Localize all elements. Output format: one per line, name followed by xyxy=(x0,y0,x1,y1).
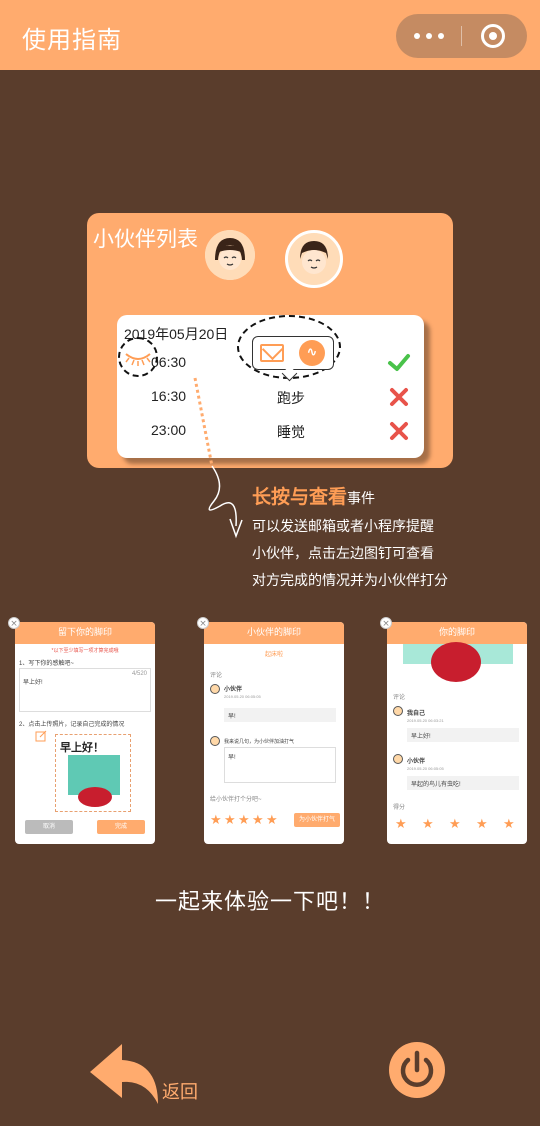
score-label: 得分 xyxy=(393,805,406,811)
star-icon: ★ xyxy=(449,817,461,832)
avatar xyxy=(210,736,220,746)
reply-value: 早! xyxy=(228,755,236,761)
reply-textarea[interactable]: 早! xyxy=(224,747,336,783)
screenshot-leave-footprint: 留下你的脚印 *以下至少填写一项才算完成哦 1、写下你的感触吧~ 早上好! 4/… xyxy=(15,622,155,844)
reminder-popup: ∿ xyxy=(252,336,334,370)
close-icon[interactable]: × xyxy=(8,617,20,629)
cross-icon xyxy=(390,388,408,406)
target-close-icon[interactable] xyxy=(481,24,505,48)
comment-bubble: 早! xyxy=(224,708,336,722)
avatar-girl xyxy=(205,230,255,280)
cheer-button[interactable]: 为小伙伴打气 xyxy=(294,813,340,827)
comment-time: 2019.05.20 06:05:05 xyxy=(224,694,261,699)
power-button[interactable] xyxy=(389,1042,445,1098)
section-label: 评论 xyxy=(210,673,223,679)
note-highlight: 长按与查看 xyxy=(252,486,348,508)
feature-note: 长按与查看事件 可以发送邮箱或者小程序提醒 小伙伴，点击左边图钉可查看 对方完成… xyxy=(252,482,448,590)
avatar xyxy=(393,706,403,716)
bean-image xyxy=(431,642,481,682)
avatar xyxy=(393,754,403,764)
screenshot-your-footprint: 你的脚印 评论 我自己 2019.05.20 06:03:21 早上好! 小伙伴… xyxy=(387,622,527,844)
more-dots-icon[interactable] xyxy=(396,14,461,58)
comment-text: 早! xyxy=(228,714,236,720)
back-label: 返回 xyxy=(162,1082,198,1103)
done-button[interactable]: 完成 xyxy=(97,820,145,834)
bean-image xyxy=(78,787,112,807)
row-task: 跑步 xyxy=(277,390,305,406)
note-line: 对方完成的情况并为小伙伴打分 xyxy=(252,573,448,589)
star-icon: ★ xyxy=(422,817,434,832)
shot-title: 留下你的脚印 xyxy=(15,622,155,644)
note-suffix: 事件 xyxy=(347,491,376,507)
back-arrow-icon xyxy=(90,1044,158,1104)
star-icon[interactable]: ★ xyxy=(238,814,250,827)
call-to-action: 一起来体验一下吧！！ xyxy=(154,890,385,915)
note-line: 小伙伴，点击左边图钉可查看 xyxy=(252,546,434,562)
miniprogram-icon[interactable]: ∿ xyxy=(299,340,325,366)
closed-eye-icon[interactable] xyxy=(120,339,156,375)
char-counter: 4/520 xyxy=(131,671,147,677)
shot-title: 小伙伴的脚印 xyxy=(204,622,344,644)
star-icon[interactable]: ★ xyxy=(210,814,222,827)
miniprogram-capsule xyxy=(396,14,527,58)
page-title: 使用指南 xyxy=(22,26,122,54)
cancel-button[interactable]: 取消 xyxy=(25,820,73,834)
screenshot-partner-footprint: 小伙伴的脚印 起床啦 评论 小伙伴 2019.05.20 06:05:05 早!… xyxy=(204,622,344,844)
comment-text: 早上好! xyxy=(411,734,431,740)
comment-prompt: 我来说几句，为小伙伴加油打气 xyxy=(224,739,295,745)
avatar xyxy=(210,684,220,694)
cross-icon xyxy=(390,422,408,440)
pin-highlight-circle xyxy=(118,337,158,377)
comment-time: 2019.05.20 06:05:05 xyxy=(407,766,444,771)
comment-text: 早起的鸟儿有虫吃! xyxy=(411,782,461,788)
shot-question: 2、点击上传照片，记录自己完成的情况 xyxy=(19,722,125,728)
shot-question: 1、写下你的感触吧~ xyxy=(19,661,74,667)
note-line: 可以发送邮箱或者小程序提醒 xyxy=(252,519,434,535)
textarea-value: 早上好! xyxy=(23,680,43,686)
star-icon[interactable]: ★ xyxy=(252,814,264,827)
close-icon[interactable]: × xyxy=(380,617,392,629)
section-label: 评论 xyxy=(393,695,406,701)
row-task: 睡觉 xyxy=(277,424,305,440)
star-icon: ★ xyxy=(476,817,488,832)
star-icon[interactable]: ★ xyxy=(224,814,236,827)
photo-upload[interactable]: 早上好！ xyxy=(55,734,131,812)
nav-bar: 使用指南 xyxy=(0,0,540,70)
comment-bubble: 早起的鸟儿有虫吃! xyxy=(407,776,519,790)
power-icon xyxy=(400,1050,434,1087)
comment-user: 小伙伴 xyxy=(407,759,426,765)
capsule-divider xyxy=(461,26,462,46)
shot-title: 你的脚印 xyxy=(387,622,527,644)
shot-warning: *以下至少填写一项才算完成哦 xyxy=(51,648,119,654)
row-time: 23:00 xyxy=(151,422,187,438)
comment-time: 2019.05.20 06:03:21 xyxy=(407,718,444,723)
comment-user: 小伙伴 xyxy=(224,687,243,693)
close-icon[interactable]: × xyxy=(197,617,209,629)
demo-title: 小伙伴列表 xyxy=(93,227,198,251)
comment-bubble: 早上好! xyxy=(407,728,519,742)
feeling-textarea[interactable]: 早上好! 4/520 xyxy=(19,668,151,712)
star-icon: ★ xyxy=(503,817,515,832)
rate-prompt: 给小伙伴打个分吧~ xyxy=(210,797,262,803)
check-icon xyxy=(388,354,410,371)
sticker-text: 早上好！ xyxy=(60,742,104,754)
row-time: 16:30 xyxy=(151,388,187,404)
star-icon: ★ xyxy=(395,817,407,832)
edit-icon[interactable] xyxy=(35,730,47,742)
star-icon[interactable]: ★ xyxy=(266,814,278,827)
back-button[interactable]: 返回 xyxy=(88,1040,208,1110)
avatar-boy xyxy=(285,230,343,288)
comment-user: 我自己 xyxy=(407,711,426,717)
mail-icon[interactable] xyxy=(260,344,284,362)
task-name: 起床啦 xyxy=(264,652,283,658)
